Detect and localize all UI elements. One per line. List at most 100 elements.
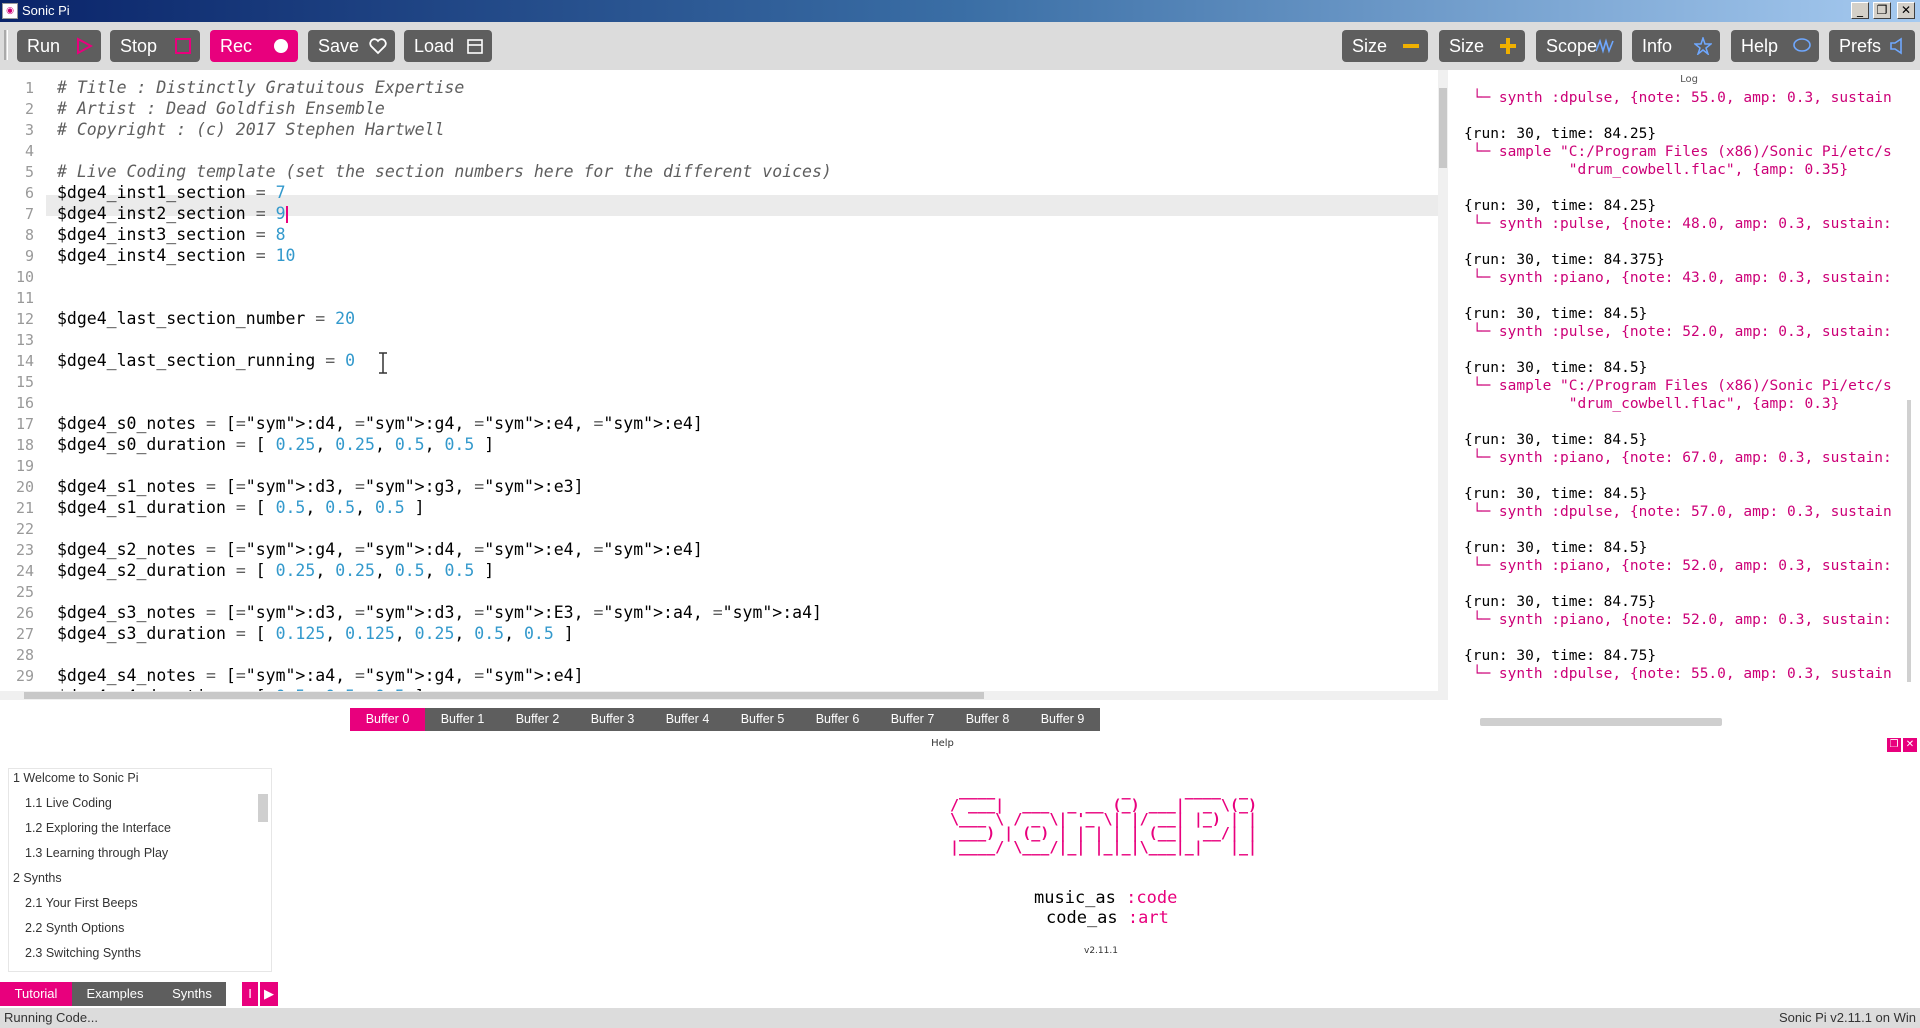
toc-item[interactable]: 1.1 Live Coding <box>25 796 112 810</box>
toc-scrollbar[interactable] <box>258 794 268 822</box>
load-label: Load <box>414 36 455 56</box>
code-line[interactable]: $dge4_inst1_section = 7 <box>57 182 286 203</box>
status-message: Running Code... <box>4 1010 98 1025</box>
code-editor[interactable]: 1 2 3 4 5 6 7 8 9 10 11 12 13 14 15 16 17 18 19 20 21 22 23 24 2… <box>0 70 1440 700</box>
editor-horizontal-scrollbar[interactable] <box>0 691 1438 700</box>
line-number: 16 <box>15 394 34 412</box>
code-line[interactable]: $dge4_s1_duration = [ 0.5, 0.5, 0.5 ] <box>57 497 425 518</box>
line-number: 9 <box>24 247 34 265</box>
log-vertical-scrollbar[interactable] <box>1907 400 1911 682</box>
code-line[interactable]: $dge4_inst4_section = 10 <box>57 245 295 266</box>
log-run-header: {run: 30, time: 84.5} <box>1464 540 1648 556</box>
code-line[interactable]: # Artist : Dead Goldfish Ensemble <box>57 98 385 119</box>
tutorial-toc[interactable]: 1 Welcome to Sonic Pi 1.1 Live Coding 1.2 … <box>8 768 272 972</box>
speaker-icon <box>1890 37 1902 55</box>
text-cursor-icon <box>379 352 387 374</box>
help-close-icon[interactable]: ✕ <box>1903 738 1917 752</box>
code-line[interactable]: $dge4_s4_notes = [="sym">:a4, ="sym">:g4… <box>57 665 584 686</box>
line-number: 28 <box>15 646 34 664</box>
line-number: 29 <box>15 667 34 685</box>
help-tab-tutorial[interactable]: Tutorial <box>0 982 72 1006</box>
log-run-header: {run: 30, time: 84.5} <box>1464 360 1648 376</box>
buffer-tab-2[interactable]: Buffer 2 <box>500 708 575 731</box>
help-version: v2.11.1 <box>1084 946 1118 956</box>
buffer-tab-3[interactable]: Buffer 3 <box>575 708 650 731</box>
rec-label: Rec <box>220 36 253 56</box>
undock-icon[interactable]: ❐ <box>1887 738 1901 752</box>
code-line[interactable]: $dge4_s0_notes = [="sym">:d4, ="sym">:g4… <box>57 413 703 434</box>
folder-icon <box>467 39 483 54</box>
code-line[interactable]: $dge4_s2_duration = [ 0.25, 0.25, 0.5, 0… <box>57 560 494 581</box>
code-line[interactable]: $dge4_inst3_section = 8 <box>57 224 286 245</box>
save-button[interactable]: Save <box>308 30 395 62</box>
rec-button[interactable]: Rec <box>210 30 298 62</box>
prefs-label: Prefs <box>1839 36 1882 56</box>
toc-item[interactable]: 2.2 Synth Options <box>25 921 124 935</box>
toc-item[interactable]: 1.2 Exploring the Interface <box>25 821 171 835</box>
minimize-icon[interactable]: _ <box>1851 2 1869 19</box>
log-message: └─ synth :piano, {note: 52.0, amp: 0.3, … <box>1464 558 1892 574</box>
line-number: 1 <box>24 79 34 97</box>
buffer-tab-6[interactable]: Buffer 6 <box>800 708 875 731</box>
status-bar: Running Code... Sonic Pi v2.11.1 on Win <box>0 1008 1920 1028</box>
stop-icon <box>175 38 191 54</box>
help-tab-examples[interactable]: Examples <box>72 982 158 1006</box>
line-number: 5 <box>24 163 34 181</box>
prefs-button[interactable]: Prefs <box>1829 30 1915 62</box>
buffer-tab-7[interactable]: Buffer 7 <box>875 708 950 731</box>
scope-button[interactable]: Scope <box>1536 30 1622 62</box>
size-increase-button[interactable]: Size <box>1439 30 1525 62</box>
log-horizontal-scrollbar[interactable] <box>1480 718 1722 726</box>
toc-item[interactable]: 1.3 Learning through Play <box>25 846 168 860</box>
stop-button[interactable]: Stop <box>110 30 200 62</box>
code-line[interactable]: $dge4_inst2_section = 9 <box>57 203 288 224</box>
buffer-tab-0[interactable]: Buffer 0 <box>350 708 425 731</box>
code-line[interactable]: $dge4_s1_notes = [="sym">:d3, ="sym">:g3… <box>57 476 584 497</box>
code-line[interactable]: $dge4_last_section_running = 0 <box>57 350 355 371</box>
size-decrease-button[interactable]: Size <box>1342 30 1428 62</box>
run-label: Run <box>27 36 61 56</box>
star-icon <box>1694 37 1712 55</box>
info-button[interactable]: Info <box>1632 30 1720 62</box>
code-line[interactable]: $dge4_s0_duration = [ 0.25, 0.25, 0.5, 0… <box>57 434 494 455</box>
help-button[interactable]: Help <box>1731 30 1819 62</box>
buffer-tab-8[interactable]: Buffer 8 <box>950 708 1025 731</box>
log-run-header: {run: 30, time: 84.5} <box>1464 306 1648 322</box>
buffer-tab-1[interactable]: Buffer 1 <box>425 708 500 731</box>
help-tab-lang[interactable]: I <box>242 982 258 1006</box>
help-tab-synths[interactable]: Synths <box>158 982 226 1006</box>
toc-item[interactable]: 2 Synths <box>13 871 62 885</box>
line-number: 18 <box>15 436 34 454</box>
log-message: └─ synth :piano, {note: 67.0, amp: 0.3, … <box>1464 450 1892 466</box>
code-line[interactable]: # Live Coding template (set the section … <box>57 161 832 182</box>
restore-icon[interactable]: ❐ <box>1873 2 1891 19</box>
sonic-pi-ascii-logo: ____ _ ____ _ / ___| ___ _ __ (_) ___| _… <box>950 782 1258 856</box>
code-line[interactable]: $dge4_last_section_number = 20 <box>57 308 355 329</box>
log-panel[interactable]: Log └─ synth :dpulse, {note: 55.0, amp: … <box>1458 70 1920 730</box>
buffer-tab-9[interactable]: Buffer 9 <box>1025 708 1100 731</box>
log-run-header: {run: 30, time: 84.5} <box>1464 432 1648 448</box>
editor-vertical-scrollbar[interactable] <box>1438 70 1448 700</box>
line-number: 13 <box>15 331 34 349</box>
close-icon[interactable]: ✕ <box>1897 2 1915 19</box>
log-message: └─ synth :pulse, {note: 52.0, amp: 0.3, … <box>1464 324 1892 340</box>
tab-scroll-right-icon[interactable]: ▶ <box>260 982 278 1006</box>
buffer-tab-4[interactable]: Buffer 4 <box>650 708 725 731</box>
code-line[interactable]: $dge4_s2_notes = [="sym">:g4, ="sym">:d4… <box>57 539 703 560</box>
buffer-tab-5[interactable]: Buffer 5 <box>725 708 800 731</box>
toolbar-grip[interactable] <box>4 30 8 60</box>
code-line[interactable]: $dge4_s3_notes = [="sym">:d3, ="sym">:d3… <box>57 602 822 623</box>
code-line[interactable]: # Title : Distinctly Gratuitous Expertis… <box>57 77 464 98</box>
toc-item[interactable]: 1 Welcome to Sonic Pi <box>13 771 139 785</box>
motto-line-1: music_as :code <box>1034 888 1178 908</box>
toc-item[interactable]: 2.1 Your First Beeps <box>25 896 138 910</box>
run-button[interactable]: Run <box>17 30 101 62</box>
heart-icon <box>369 38 387 55</box>
load-button[interactable]: Load <box>404 30 492 62</box>
code-line[interactable]: $dge4_s3_duration = [ 0.125, 0.125, 0.25… <box>57 623 574 644</box>
code-line[interactable]: # Copyright : (c) 2017 Stephen Hartwell <box>57 119 444 140</box>
motto-line-2: code_as :art <box>1046 908 1169 928</box>
log-message: "drum_cowbell.flac", {amp: 0.3} <box>1464 396 1840 412</box>
sonic-pi-logo-icon: ◉ <box>2 3 18 19</box>
toc-item[interactable]: 2.3 Switching Synths <box>25 946 141 960</box>
